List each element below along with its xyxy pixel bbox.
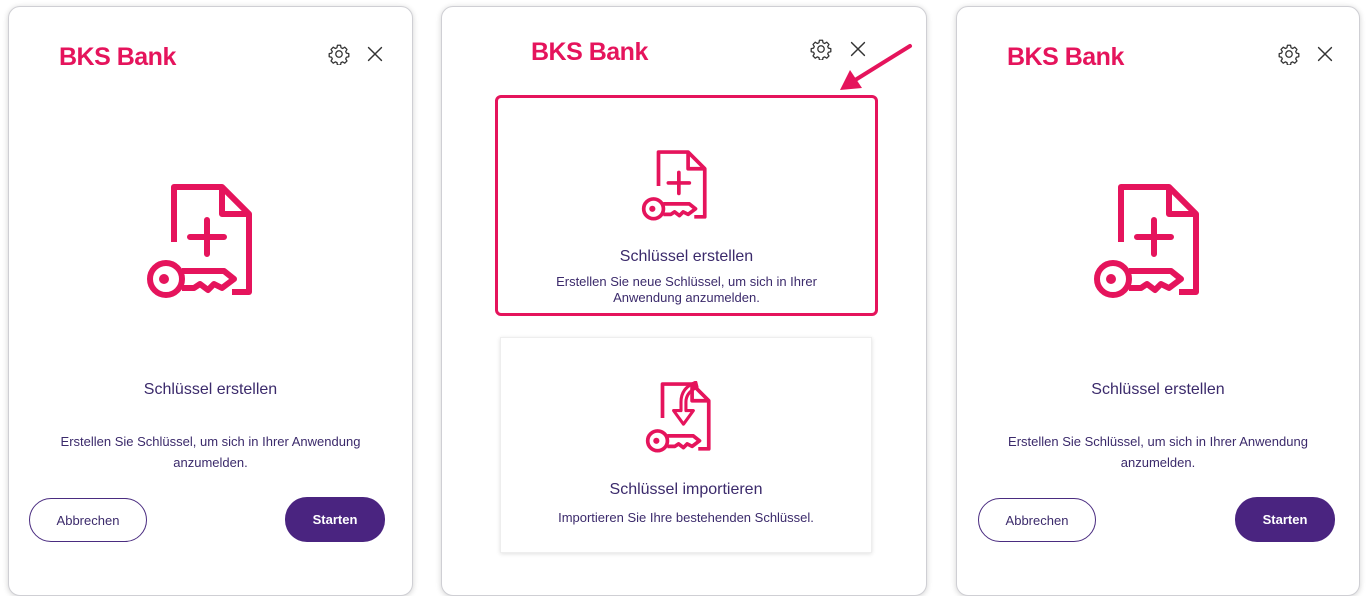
create-key-document-icon [640,146,714,226]
close-icon[interactable] [364,43,386,65]
dialog-description: Erstellen Sie Schlüssel, um sich in Ihre… [60,434,361,470]
import-key-document-icon [644,376,718,460]
close-icon[interactable] [1314,43,1336,65]
create-key-document-icon [144,182,264,302]
gear-icon[interactable] [328,43,350,65]
key-create-dialog-left: BKS Bank Schlüssel erstellen Erstellen S… [8,6,413,596]
option-title: Schlüssel erstellen [619,248,754,265]
bks-bank-logo: BKS Bank [1007,43,1124,71]
pointer-arrow-icon [840,44,912,90]
bks-bank-logo: BKS Bank [531,38,648,66]
cancel-button[interactable]: Abbrechen [978,498,1096,542]
dialog-title: Schlüssel erstellen [1091,381,1225,398]
gear-icon[interactable] [1278,43,1300,65]
dialog-title: Schlüssel erstellen [143,381,278,398]
key-create-dialog-right: BKS Bank Schlüssel erstellen Erstellen S… [956,6,1360,596]
bks-bank-logo: BKS Bank [59,43,176,71]
option-card-import-key[interactable]: Schlüssel importieren Importieren Sie Ih… [500,337,872,553]
option-description: Importieren Sie Ihre bestehenden Schlüss… [558,510,814,525]
create-key-document-icon [1091,182,1211,302]
option-card-create-key[interactable]: Schlüssel erstellen Erstellen Sie neue S… [495,95,878,316]
option-description: Erstellen Sie neue Schlüssel, um sich in… [556,274,817,305]
gear-icon[interactable] [810,38,832,60]
start-button[interactable]: Starten [285,497,385,542]
option-title: Schlüssel importieren [609,481,763,498]
start-button[interactable]: Starten [1235,497,1335,542]
dialog-description: Erstellen Sie Schlüssel, um sich in Ihre… [1008,434,1308,470]
cancel-button[interactable]: Abbrechen [29,498,147,542]
